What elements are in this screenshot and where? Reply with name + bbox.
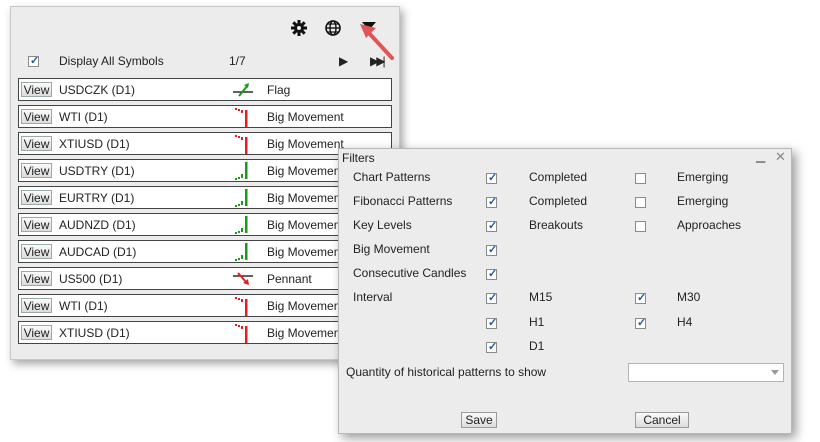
h4-checkbox[interactable]: ✓ bbox=[635, 317, 646, 329]
interval-label: Interval bbox=[353, 290, 393, 304]
big-movement-down-icon bbox=[235, 297, 248, 316]
fibonacci-patterns-checkbox[interactable]: ✓ bbox=[486, 196, 497, 208]
list-item: View US500 (D1) Pennant bbox=[18, 267, 392, 290]
big-movement-up-icon bbox=[235, 189, 248, 207]
chart-patterns-label: Chart Patterns bbox=[353, 170, 431, 184]
list-item: View EURTRY (D1) Big Movement bbox=[18, 186, 392, 209]
key-levels-approaches-checkbox[interactable] bbox=[635, 221, 646, 232]
consecutive-candles-checkbox[interactable]: ✓ bbox=[486, 268, 497, 280]
quantity-select[interactable] bbox=[628, 363, 784, 382]
symbol-label: EURTRY (D1) bbox=[59, 191, 135, 205]
big-movement-up-icon bbox=[235, 162, 248, 180]
approaches-label: Approaches bbox=[677, 218, 742, 232]
pattern-label: Big Movement bbox=[267, 191, 344, 205]
close-icon[interactable]: ✕ bbox=[775, 149, 786, 165]
flag-icon bbox=[233, 83, 253, 97]
completed-label: Completed bbox=[529, 194, 588, 208]
emerging-label: Emerging bbox=[677, 170, 729, 184]
chart-patterns-checkbox[interactable]: ✓ bbox=[486, 172, 497, 184]
cancel-button[interactable]: Cancel bbox=[635, 412, 689, 428]
view-button[interactable]: View bbox=[21, 109, 52, 124]
m30-label: M30 bbox=[677, 290, 701, 304]
big-movement-up-icon bbox=[235, 243, 248, 261]
display-all-row: ✓ Display All Symbols 1/7 ▶ ▶▶| bbox=[19, 53, 399, 71]
m15-checkbox[interactable]: ✓ bbox=[486, 292, 497, 304]
big-movement-down-icon bbox=[235, 135, 248, 154]
symbol-label: WTI (D1) bbox=[59, 299, 108, 313]
symbol-label: US500 (D1) bbox=[59, 272, 123, 286]
view-button[interactable]: View bbox=[21, 82, 52, 97]
annotation-arrow-icon bbox=[360, 24, 394, 60]
symbol-label: XTIUSD (D1) bbox=[59, 137, 130, 151]
pattern-label: Flag bbox=[267, 83, 291, 97]
page-indicator: 1/7 bbox=[229, 54, 246, 68]
fibonacci-patterns-label: Fibonacci Patterns bbox=[353, 194, 453, 208]
view-button[interactable]: View bbox=[21, 136, 52, 151]
filters-title: Filters bbox=[342, 151, 375, 165]
view-button[interactable]: View bbox=[21, 217, 52, 232]
h4-label: H4 bbox=[677, 315, 693, 329]
m30-checkbox[interactable]: ✓ bbox=[635, 292, 646, 304]
big-movement-down-icon bbox=[235, 108, 248, 127]
pattern-label: Big Movement bbox=[267, 299, 344, 313]
big-movement-up-icon bbox=[235, 216, 248, 234]
symbol-label: AUDCAD (D1) bbox=[59, 245, 137, 259]
quantity-label: Quantity of historical patterns to show bbox=[346, 365, 547, 379]
big-movement-label: Big Movement bbox=[353, 242, 430, 256]
symbol-label: AUDNZD (D1) bbox=[59, 218, 136, 232]
pattern-label: Big Movement bbox=[267, 218, 344, 232]
chart-emerging-checkbox[interactable] bbox=[635, 173, 646, 184]
big-movement-down-icon bbox=[235, 324, 248, 343]
list-item: View XTIUSD (D1) Big Movement bbox=[18, 321, 392, 344]
m15-label: M15 bbox=[529, 290, 553, 304]
view-button[interactable]: View bbox=[21, 244, 52, 259]
gear-icon[interactable] bbox=[290, 19, 308, 37]
pennant-icon bbox=[233, 272, 253, 285]
save-button[interactable]: Save bbox=[461, 412, 497, 428]
pattern-label: Big Movement bbox=[267, 110, 344, 124]
list-item: View AUDNZD (D1) Big Movement bbox=[18, 213, 392, 236]
consecutive-candles-label: Consecutive Candles bbox=[353, 266, 467, 280]
d1-checkbox[interactable]: ✓ bbox=[486, 341, 497, 353]
d1-label: D1 bbox=[529, 339, 545, 353]
display-all-checkbox[interactable]: ✓ bbox=[28, 55, 39, 67]
display-all-label: Display All Symbols bbox=[59, 54, 164, 68]
minimize-icon[interactable]: ▁ bbox=[756, 149, 765, 163]
symbol-label: WTI (D1) bbox=[59, 110, 108, 124]
pattern-label: Pennant bbox=[267, 272, 312, 286]
pattern-label: Big Movement bbox=[267, 326, 344, 340]
view-button[interactable]: View bbox=[21, 325, 52, 340]
chevron-down-icon bbox=[771, 370, 779, 375]
list-item: View WTI (D1) Big Movement bbox=[18, 294, 392, 317]
symbol-label: USDTRY (D1) bbox=[59, 164, 135, 178]
list-item: View USDCZK (D1) Flag bbox=[18, 78, 392, 101]
globe-icon[interactable] bbox=[324, 19, 342, 37]
breakouts-label: Breakouts bbox=[529, 218, 584, 232]
results-list: View USDCZK (D1) Flag View WTI (D1) Big … bbox=[18, 78, 392, 348]
key-levels-checkbox[interactable]: ✓ bbox=[486, 220, 497, 232]
view-button[interactable]: View bbox=[21, 271, 52, 286]
emerging-label: Emerging bbox=[677, 194, 729, 208]
list-item: View WTI (D1) Big Movement bbox=[18, 105, 392, 128]
view-button[interactable]: View bbox=[21, 190, 52, 205]
list-item: View XTIUSD (D1) Big Movement bbox=[18, 132, 392, 155]
next-page-button[interactable]: ▶ bbox=[339, 54, 348, 68]
pattern-label: Big Movement bbox=[267, 245, 344, 259]
pattern-label: Big Movement bbox=[267, 164, 344, 178]
list-item: View AUDCAD (D1) Big Movement bbox=[18, 240, 392, 263]
filters-dialog: Filters ▁ ✕ Chart Patterns Fibonacci Pat… bbox=[338, 148, 792, 434]
key-levels-label: Key Levels bbox=[353, 218, 412, 232]
list-item: View USDTRY (D1) Big Movement bbox=[18, 159, 392, 182]
fibonacci-emerging-checkbox[interactable] bbox=[635, 197, 646, 208]
symbol-label: USDCZK (D1) bbox=[59, 83, 136, 97]
pattern-label: Big Movement bbox=[267, 137, 344, 151]
h1-label: H1 bbox=[529, 315, 545, 329]
symbol-label: XTIUSD (D1) bbox=[59, 326, 130, 340]
view-button[interactable]: View bbox=[21, 163, 52, 178]
view-button[interactable]: View bbox=[21, 298, 52, 313]
completed-label: Completed bbox=[529, 170, 588, 184]
big-movement-checkbox[interactable]: ✓ bbox=[486, 244, 497, 256]
h1-checkbox[interactable]: ✓ bbox=[486, 317, 497, 329]
